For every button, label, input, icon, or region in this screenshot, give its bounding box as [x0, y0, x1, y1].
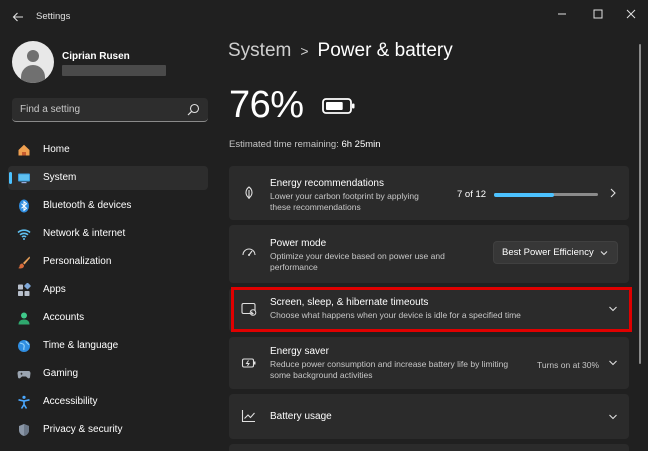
maximize-icon	[593, 9, 603, 19]
globe-icon	[17, 339, 31, 353]
estimated-time-row: Estimated time remaining: 6h 25min	[229, 139, 381, 150]
scrollbar-thumb[interactable]	[639, 44, 641, 364]
card-description-line2: these recommendations	[270, 202, 361, 212]
battery-percentage: 76%	[229, 84, 304, 126]
recommendations-count: 7 of 12	[457, 189, 487, 200]
sidebar-item-label: Privacy & security	[43, 424, 123, 435]
sidebar-item-label: Network & internet	[43, 228, 126, 239]
sidebar-item-label: Accounts	[43, 312, 85, 323]
page-title: Power & battery	[317, 40, 453, 61]
card-description-line2: performance	[270, 262, 318, 272]
sidebar-item-home[interactable]: Home	[8, 138, 208, 162]
brush-icon	[17, 255, 31, 269]
highlight-box	[231, 287, 632, 332]
back-arrow-icon	[12, 12, 23, 22]
app-title: Settings	[36, 11, 71, 22]
user-email-redacted	[62, 65, 166, 76]
sidebar-item-label: Time & language	[43, 340, 119, 351]
energy-saver-icon	[241, 355, 257, 371]
bluetooth-icon	[17, 199, 31, 213]
power-mode-icon	[241, 244, 257, 260]
chevron-down-icon	[607, 357, 619, 369]
sidebar-item-time-language[interactable]: Time & language	[8, 334, 208, 358]
sidebar-item-label: Apps	[43, 284, 66, 295]
card-title: Energy saver	[270, 346, 329, 357]
card-description-line1: Optimize your device based on power use …	[270, 251, 445, 261]
estimated-time-value: 6h 25min	[341, 139, 381, 150]
chevron-right-icon	[607, 187, 619, 199]
close-icon	[626, 9, 636, 19]
sidebar-item-accessibility[interactable]: Accessibility	[8, 390, 208, 414]
power-mode-dropdown[interactable]: Best Power Efficiency	[493, 241, 618, 264]
avatar-body	[21, 65, 45, 83]
sidebar-item-label: Personalization	[43, 256, 112, 267]
card-title: Power mode	[270, 238, 327, 249]
breadcrumb: System > Power & battery	[228, 40, 453, 62]
battery-usage-card[interactable]: Battery usage	[229, 394, 629, 439]
leaf-icon	[241, 185, 257, 201]
energy-recommendations-card[interactable]: Energy recommendations Lower your carbon…	[229, 166, 629, 220]
search-placeholder: Find a setting	[20, 104, 81, 115]
card-description-line1: Lower your carbon footprint by applying	[270, 191, 419, 201]
home-icon	[17, 143, 31, 157]
sidebar-item-accounts[interactable]: Accounts	[8, 306, 208, 330]
avatar-head	[27, 50, 39, 62]
card-description-line2: some background activities	[270, 370, 373, 380]
maximize-button[interactable]	[583, 4, 613, 24]
estimated-time-label: Estimated time remaining:	[229, 139, 339, 150]
sidebar-item-personalization[interactable]: Personalization	[8, 250, 208, 274]
battery-icon	[322, 98, 355, 114]
breadcrumb-separator: >	[300, 43, 309, 59]
back-button[interactable]	[8, 8, 28, 26]
card-title: Energy recommendations	[270, 178, 384, 189]
scrollbar[interactable]	[639, 44, 642, 439]
sidebar-item-privacy-security[interactable]: Privacy & security	[8, 418, 208, 442]
sidebar-item-label: Accessibility	[43, 396, 98, 407]
next-card-partial	[229, 444, 629, 451]
sidebar-item-apps[interactable]: Apps	[8, 278, 208, 302]
accounts-icon	[17, 311, 31, 325]
breadcrumb-parent[interactable]: System	[228, 40, 291, 62]
avatar[interactable]	[12, 41, 54, 83]
selection-indicator	[9, 172, 12, 184]
title-bar: Settings	[0, 0, 648, 34]
recommendations-progress-bar	[494, 192, 598, 197]
system-icon	[17, 171, 31, 185]
energy-saver-card[interactable]: Energy saver Reduce power consumption an…	[229, 337, 629, 389]
chevron-down-icon	[607, 411, 619, 423]
search-icon	[187, 103, 200, 116]
user-name: Ciprian Rusen	[62, 51, 130, 62]
apps-icon	[17, 283, 31, 297]
chevron-down-icon	[600, 251, 608, 256]
sidebar-item-label: Home	[43, 144, 70, 155]
settings-window: Settings Ciprian Rusen Find a setting Ho…	[0, 0, 648, 451]
energy-saver-status: Turns on at 30%	[537, 360, 600, 370]
battery-level-fill	[326, 102, 343, 110]
dropdown-selected-value: Best Power Efficiency	[502, 247, 594, 258]
card-description-line1: Reduce power consumption and increase ba…	[270, 359, 509, 369]
sidebar-item-label: System	[43, 172, 77, 183]
minimize-button[interactable]	[547, 4, 577, 24]
sidebar-item-system[interactable]: System	[8, 166, 208, 190]
accessibility-icon	[17, 395, 31, 409]
search-input[interactable]: Find a setting	[12, 98, 208, 122]
battery-usage-chart-icon	[241, 408, 257, 424]
gaming-icon	[17, 367, 31, 381]
shield-icon	[17, 423, 31, 437]
wifi-icon	[17, 227, 31, 241]
close-button[interactable]	[616, 4, 646, 24]
sidebar-item-label: Gaming	[43, 368, 79, 379]
sidebar-item-gaming[interactable]: Gaming	[8, 362, 208, 386]
minimize-icon	[558, 13, 566, 15]
sidebar-item-label: Bluetooth & devices	[43, 200, 132, 211]
card-title: Battery usage	[270, 411, 332, 422]
sidebar-item-bluetooth[interactable]: Bluetooth & devices	[8, 194, 208, 218]
sidebar-item-network[interactable]: Network & internet	[8, 222, 208, 246]
power-mode-card: Power mode Optimize your device based on…	[229, 225, 629, 283]
progress-fill	[494, 192, 555, 197]
